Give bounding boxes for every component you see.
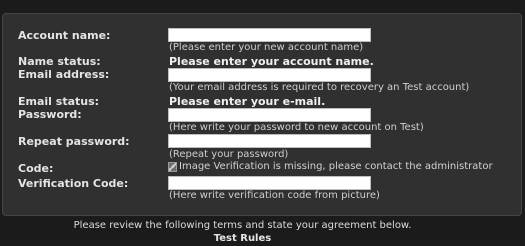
password-input[interactable] xyxy=(168,108,371,122)
registration-form-panel: Account name: (Please enter your new acc… xyxy=(2,13,522,216)
account-name-input[interactable] xyxy=(168,28,371,42)
email-input[interactable] xyxy=(168,68,371,82)
verification-image-alt-text: Image Verification is missing, please co… xyxy=(179,161,493,172)
repeat-password-input[interactable] xyxy=(168,134,371,148)
repeat-password-hint: (Repeat your password) xyxy=(169,149,289,160)
name-status-label: Name status: xyxy=(18,55,101,68)
verification-code-label: Verification Code: xyxy=(18,177,129,190)
email-label: Email address: xyxy=(18,68,110,81)
broken-image-icon xyxy=(168,161,177,172)
verification-code-input[interactable] xyxy=(168,176,371,190)
email-status-value: Please enter your e-mail. xyxy=(169,95,326,108)
password-hint: (Here write your password to new account… xyxy=(169,122,424,133)
account-name-label: Account name: xyxy=(18,29,111,42)
verification-image: Image Verification is missing, please co… xyxy=(168,161,493,172)
terms-notice: Please review the following terms and st… xyxy=(73,220,412,231)
code-label: Code: xyxy=(18,162,54,175)
account-name-hint: (Please enter your new account name) xyxy=(169,42,364,53)
repeat-password-label: Repeat password: xyxy=(18,135,130,148)
email-hint: (Your email address is required to recov… xyxy=(169,82,470,93)
verification-code-hint: (Here write verification code from pictu… xyxy=(169,190,380,201)
email-status-label: Email status: xyxy=(18,95,100,108)
name-status-value: Please enter your account name. xyxy=(169,55,374,68)
rules-link[interactable]: Test Rules xyxy=(0,233,485,244)
registration-page: Account name: (Please enter your new acc… xyxy=(0,0,525,246)
password-label: Password: xyxy=(18,108,82,121)
